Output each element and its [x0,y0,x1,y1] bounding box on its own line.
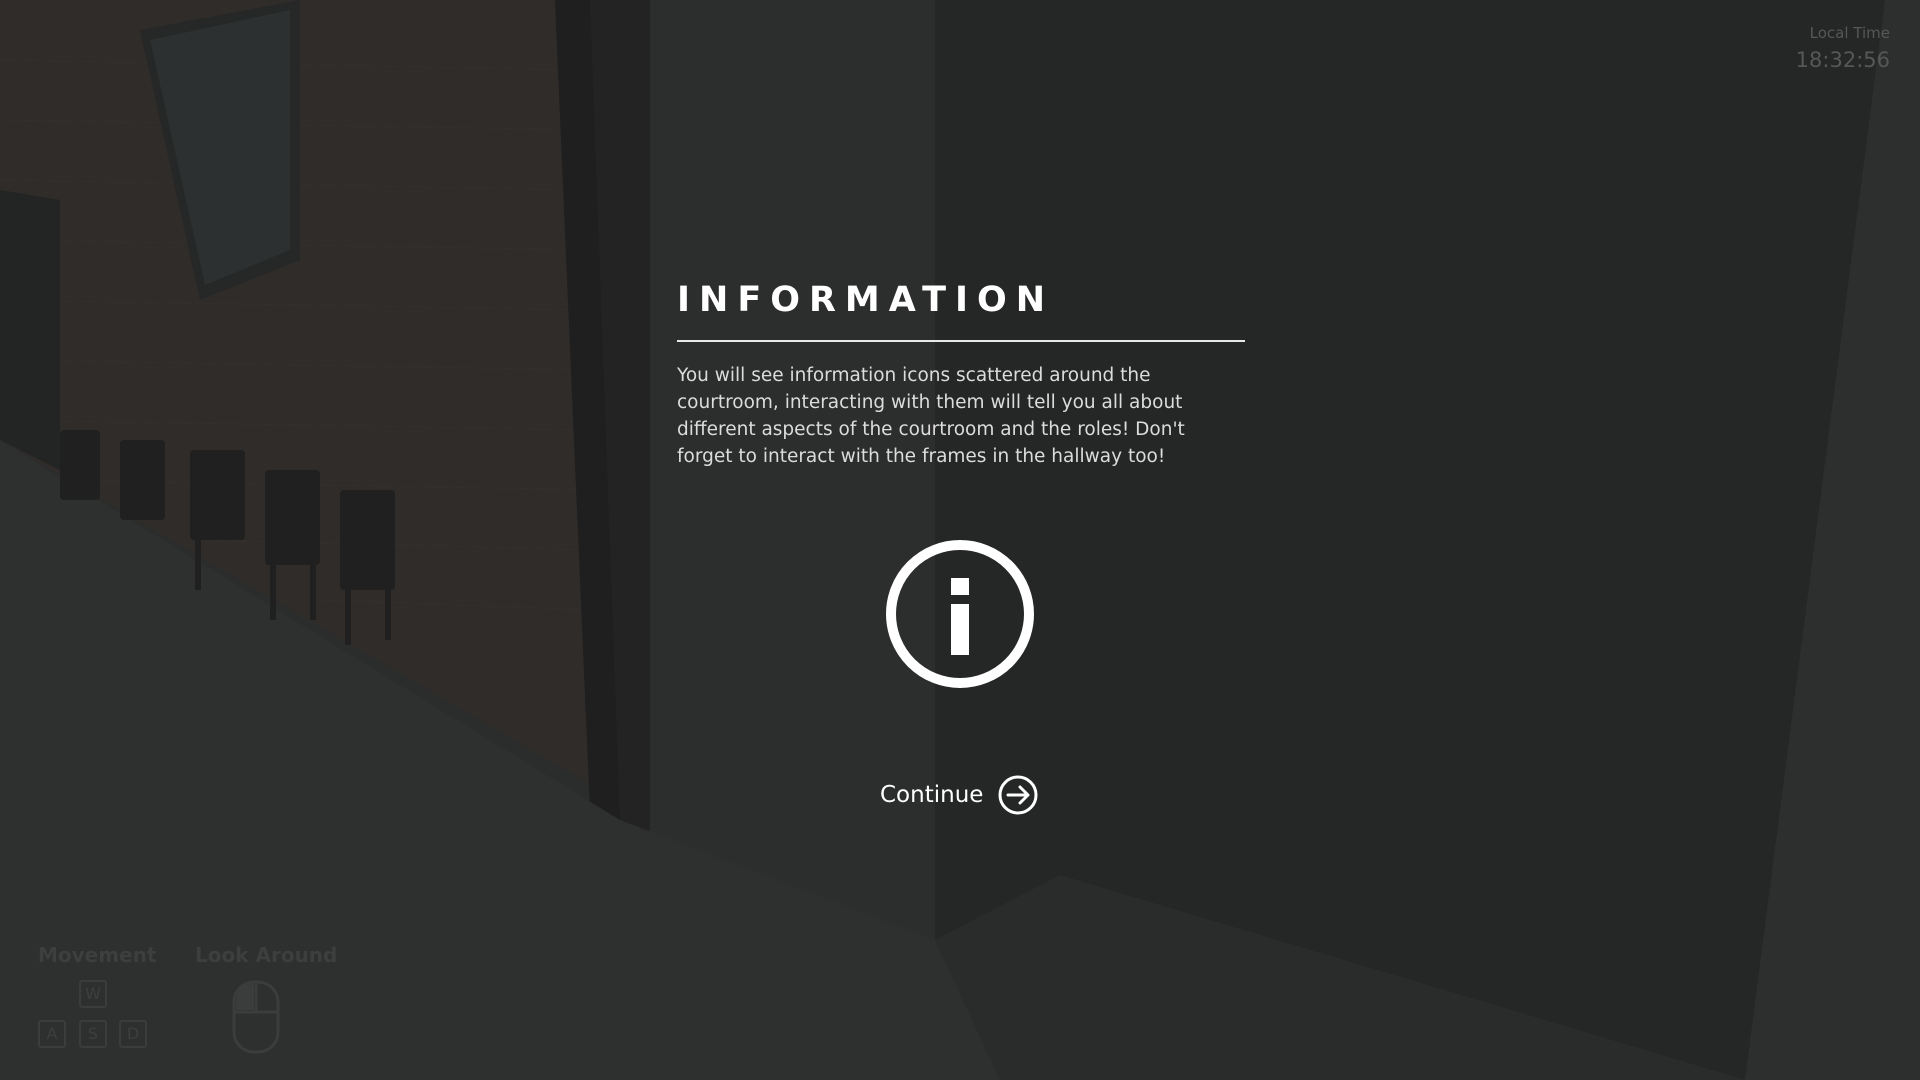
local-time-label: Local Time [1809,24,1890,42]
movement-label: Movement [38,943,157,967]
title-divider [677,340,1245,342]
key-w: W [79,980,107,1008]
continue-label: Continue [880,782,984,808]
continue-button[interactable]: Continue [880,774,1039,816]
info-icon [886,540,1034,688]
dialog-title: INFORMATION [677,280,1055,320]
key-d: D [119,1020,147,1048]
look-around-label: Look Around [195,943,338,967]
key-a: A [38,1020,66,1048]
dialog-body-text: You will see information icons scattered… [677,365,1185,467]
information-dialog: INFORMATION You will see information ico… [677,280,1245,815]
movement-hint: Movement W A S D [38,943,157,1048]
arrow-right-circle-icon [998,775,1038,815]
look-around-hint: Look Around [195,943,338,1054]
mouse-icon [232,980,280,1054]
local-time-value: 18:32:56 [1795,48,1890,72]
key-s: S [79,1020,107,1048]
local-time-display: Local Time 18:32:56 [1796,24,1890,72]
